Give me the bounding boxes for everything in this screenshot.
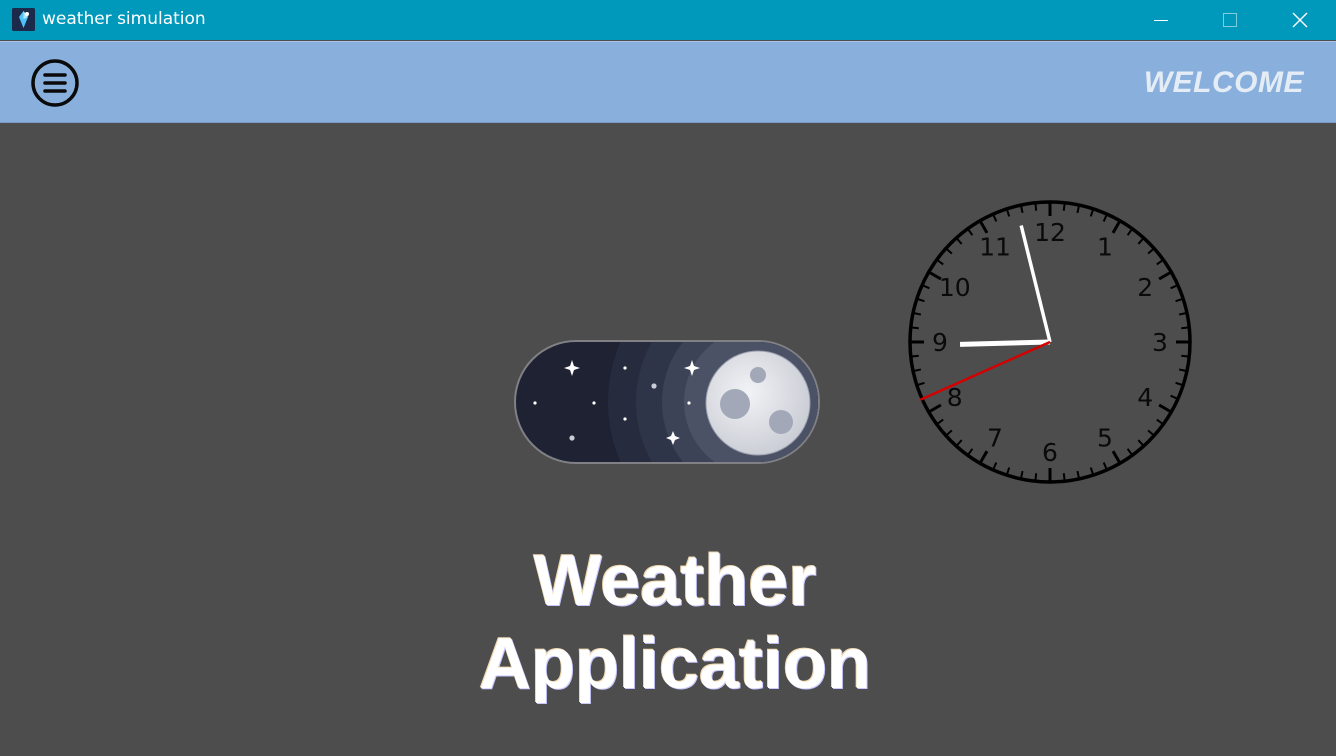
clock-numeral: 11 <box>979 233 1011 262</box>
app-icon <box>12 8 35 31</box>
clock-minor-tick <box>1181 354 1190 358</box>
analog-clock: 12 1 2 3 4 5 6 7 8 9 10 11 <box>906 198 1194 486</box>
clock-numeral: 9 <box>932 328 948 357</box>
hamburger-menu-icon <box>31 59 79 107</box>
app-title-line1: Weather <box>533 541 817 621</box>
clock-numeral: 1 <box>1097 233 1113 262</box>
menu-button[interactable] <box>30 58 80 108</box>
clock-numeral: 10 <box>939 273 971 302</box>
clock-numeral: 12 <box>1034 218 1066 247</box>
welcome-label: WELCOME <box>1143 66 1304 99</box>
header-bar: WELCOME <box>0 41 1336 123</box>
clock-numeral: 4 <box>1137 383 1153 412</box>
clock-numeral: 2 <box>1137 273 1153 302</box>
maximize-icon <box>1223 13 1237 27</box>
clock-minor-tick <box>1034 473 1038 482</box>
clock-minor-tick <box>910 354 919 358</box>
clock-numeral: 3 <box>1152 328 1168 357</box>
window-title-bar: weather simulation <box>0 0 1336 40</box>
minimize-button[interactable] <box>1126 0 1196 40</box>
maximize-button[interactable] <box>1195 0 1265 40</box>
app-title-line2: Application <box>479 624 871 704</box>
clock-minor-tick <box>1181 326 1190 330</box>
app-title: Weather Application <box>420 540 930 706</box>
window-title: weather simulation <box>42 9 206 29</box>
close-icon <box>1292 12 1308 28</box>
clock-minor-tick <box>910 326 919 330</box>
close-button[interactable] <box>1265 0 1335 40</box>
clock-numeral: 6 <box>1042 438 1058 467</box>
clock-minor-tick <box>1062 473 1066 482</box>
clock-minor-tick <box>1034 202 1038 211</box>
minimize-icon <box>1154 20 1168 21</box>
moon-icon <box>705 350 811 456</box>
clock-numeral: 7 <box>987 423 1003 452</box>
hour-hand <box>959 339 1051 347</box>
clock-numeral: 5 <box>1097 423 1113 452</box>
clock-minor-tick <box>1062 202 1066 211</box>
day-night-toggle[interactable] <box>514 340 820 464</box>
